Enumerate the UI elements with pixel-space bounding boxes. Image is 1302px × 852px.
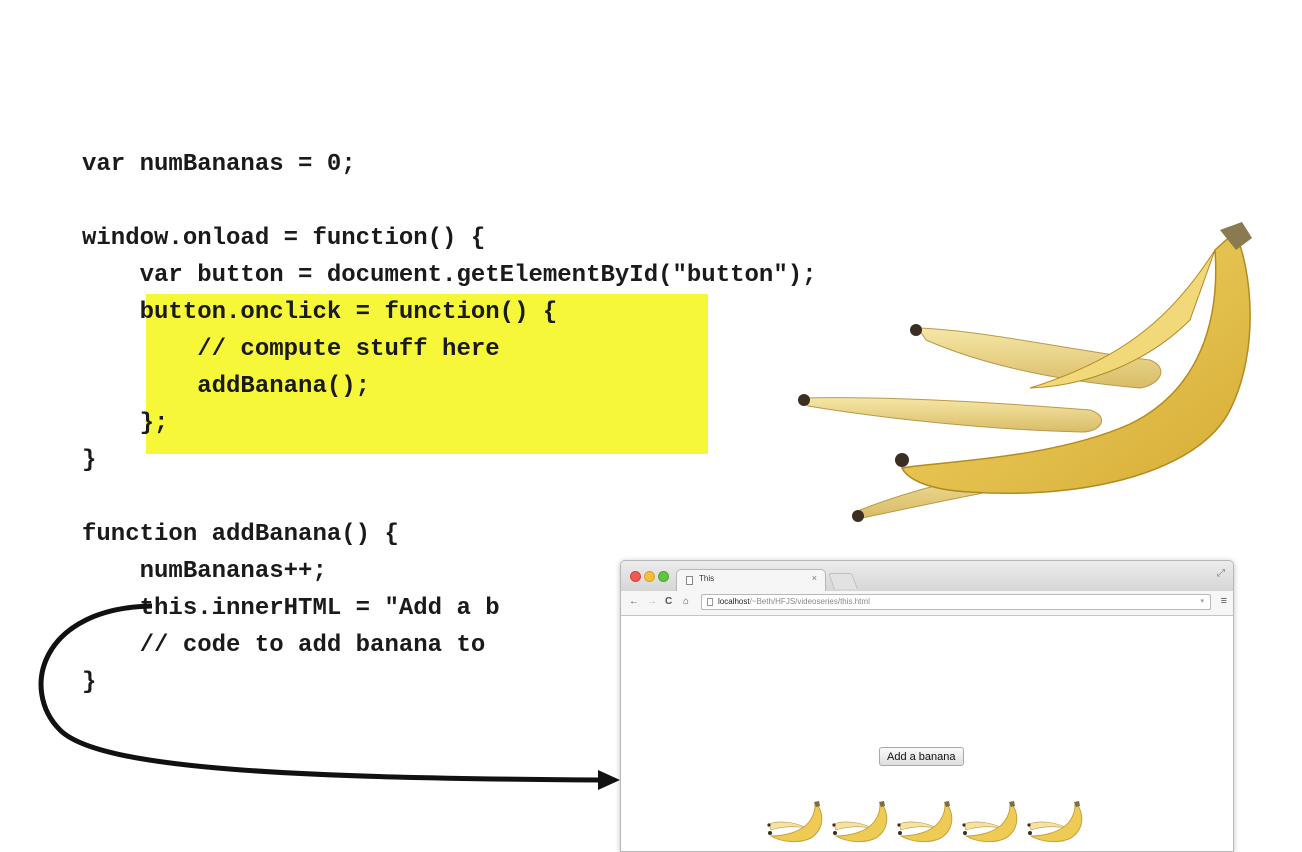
menu-icon[interactable]: ≡ (1221, 595, 1227, 607)
code-line: var numBananas = 0; (82, 151, 356, 178)
page-icon (686, 576, 693, 585)
new-tab-button[interactable] (828, 573, 858, 589)
code-line: addBanana(); (82, 373, 371, 400)
browser-titlebar: This × ⤢ (621, 561, 1233, 591)
address-bar[interactable]: localhost/~Beth/HFJS/videoseries/this.ht… (701, 594, 1211, 610)
home-icon[interactable]: ⌂ (683, 596, 689, 607)
browser-window: This × ⤢ ← → C ⌂ localhost/~Beth/HFJS/vi… (620, 560, 1234, 852)
banana-peel-image (798, 222, 1252, 522)
reload-icon[interactable]: C (665, 596, 672, 607)
chevron-down-icon[interactable]: ▾ (1200, 595, 1204, 609)
banana-icon (767, 801, 823, 843)
code-line: window.onload = function() { (82, 225, 486, 252)
code-line: // compute stuff here (82, 336, 500, 363)
back-icon[interactable]: ← (629, 596, 639, 607)
fullscreen-icon[interactable]: ⤢ (1217, 568, 1225, 579)
browser-toolbar: ← → C ⌂ localhost/~Beth/HFJS/videoseries… (621, 591, 1233, 616)
tab-title: This (699, 574, 715, 583)
code-line: var button = document.getElementById("bu… (82, 262, 817, 289)
url-path: /~Beth/HFJS/videoseries/this.html (749, 597, 870, 606)
code-line: button.onclick = function() { (82, 299, 558, 326)
close-window-button[interactable] (630, 571, 641, 582)
maximize-window-button[interactable] (658, 571, 669, 582)
banana-icon (962, 801, 1018, 843)
code-line: function addBanana() { (82, 521, 399, 548)
add-banana-button[interactable]: Add a banana (879, 747, 964, 766)
banana-icon (897, 801, 953, 843)
page-icon (707, 598, 713, 606)
code-line: } (82, 447, 97, 474)
minimize-window-button[interactable] (644, 571, 655, 582)
slide: var numBananas = 0; window.onload = func… (0, 0, 1302, 852)
url-host: localhost (718, 597, 750, 606)
browser-viewport: Add a banana (621, 616, 1233, 851)
close-icon[interactable]: × (812, 573, 817, 583)
url-text: localhost/~Beth/HFJS/videoseries/this.ht… (718, 595, 870, 609)
browser-tab[interactable]: This × (676, 569, 826, 591)
forward-icon[interactable]: → (647, 596, 657, 607)
banana-icon (1027, 801, 1083, 843)
code-line: }; (82, 410, 169, 437)
banana-icon (832, 801, 888, 843)
